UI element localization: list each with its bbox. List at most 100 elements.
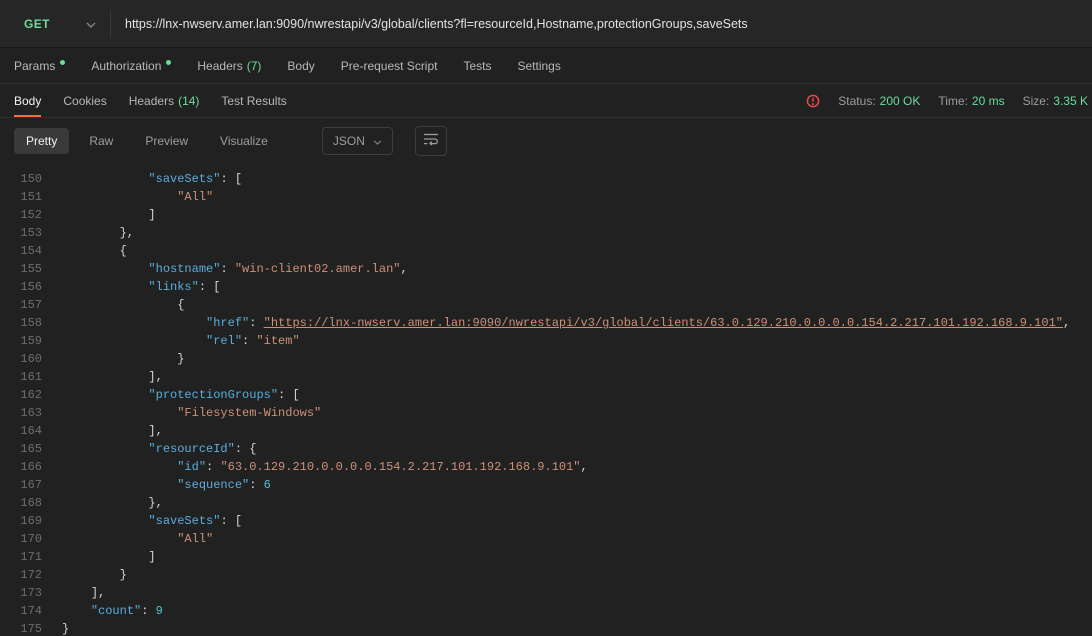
- code-line-content: {: [42, 296, 184, 314]
- code-line-content: ]: [42, 548, 156, 566]
- token-ws: [62, 442, 148, 456]
- token-ws: [62, 568, 120, 582]
- token-key: "count": [91, 604, 141, 618]
- tab-label: Test Results: [221, 94, 286, 108]
- line-number: 155: [0, 260, 42, 278]
- warning-icon[interactable]: [806, 94, 820, 108]
- chevron-down-icon: [373, 134, 382, 148]
- line-number: 166: [0, 458, 42, 476]
- line-number: 171: [0, 548, 42, 566]
- token-str: "All": [177, 532, 213, 546]
- code-line: 168 },: [0, 494, 1092, 512]
- tab-label: Headers: [129, 94, 174, 108]
- request-tab-params[interactable]: Params: [14, 59, 65, 73]
- code-line: 163 "Filesystem-Windows": [0, 404, 1092, 422]
- url-input[interactable]: [111, 0, 1092, 47]
- request-tabs: Params Authorization Headers(7) Body Pre-req…: [0, 48, 1092, 84]
- code-line: 162 "protectionGroups": [: [0, 386, 1092, 404]
- token-ws: [62, 316, 206, 330]
- view-tab-pretty[interactable]: Pretty: [14, 128, 69, 154]
- view-tab-preview[interactable]: Preview: [133, 128, 200, 154]
- token-num: 9: [156, 604, 163, 618]
- line-number: 154: [0, 242, 42, 260]
- view-tab-raw[interactable]: Raw: [77, 128, 125, 154]
- request-tab-headers[interactable]: Headers(7): [197, 59, 261, 73]
- token-ws: [62, 280, 148, 294]
- code-line-content: "id": "63.0.129.210.0.0.0.0.154.2.217.10…: [42, 458, 588, 476]
- token-key: "saveSets": [148, 514, 220, 528]
- response-tab-cookies[interactable]: Cookies: [63, 84, 106, 117]
- line-number: 151: [0, 188, 42, 206]
- code-line: 166 "id": "63.0.129.210.0.0.0.0.154.2.21…: [0, 458, 1092, 476]
- code-line-content: {: [42, 242, 127, 260]
- request-tab-authorization[interactable]: Authorization: [91, 59, 171, 73]
- line-number: 163: [0, 404, 42, 422]
- code-line-content: ],: [42, 368, 163, 386]
- code-line-content: "saveSets": [: [42, 512, 242, 530]
- token-punc: :: [206, 460, 220, 474]
- response-tab-headers[interactable]: Headers(14): [129, 84, 200, 117]
- code-line: 169 "saveSets": [: [0, 512, 1092, 530]
- tab-label: Params: [14, 59, 55, 73]
- size-label: Size:: [1023, 94, 1050, 108]
- response-body-json[interactable]: 150 "saveSets": [151 "All"152 ]153 },154…: [0, 164, 1092, 636]
- method-selector[interactable]: GET: [0, 0, 110, 47]
- format-dropdown[interactable]: JSON: [322, 127, 393, 155]
- line-number: 156: [0, 278, 42, 296]
- code-line-content: "All": [42, 530, 213, 548]
- code-line: 173 ],: [0, 584, 1092, 602]
- token-ws: [62, 370, 148, 384]
- code-line: 158 "href": "https://lnx-nwserv.amer.lan…: [0, 314, 1092, 332]
- token-ws: [62, 406, 177, 420]
- line-number: 164: [0, 422, 42, 440]
- token-ws: [62, 604, 91, 618]
- token-punc: }: [62, 622, 69, 636]
- code-line: 172 }: [0, 566, 1092, 584]
- wrap-lines-button[interactable]: [415, 126, 447, 156]
- line-number: 152: [0, 206, 42, 224]
- response-tab-test-results[interactable]: Test Results: [221, 84, 286, 117]
- token-ws: [62, 514, 148, 528]
- code-line: 155 "hostname": "win-client02.amer.lan",: [0, 260, 1092, 278]
- token-ws: [62, 586, 91, 600]
- token-key: "href": [206, 316, 249, 330]
- token-key: "sequence": [177, 478, 249, 492]
- code-line-content: ],: [42, 584, 105, 602]
- code-line: 150 "saveSets": [: [0, 170, 1092, 188]
- token-key: "saveSets": [148, 172, 220, 186]
- request-tab-settings[interactable]: Settings: [518, 59, 561, 73]
- size-indicator: Size:3.35 K: [1023, 94, 1088, 108]
- response-view-bar: Pretty Raw Preview Visualize JSON: [0, 118, 1092, 164]
- green-dot: [166, 60, 171, 65]
- code-line: 156 "links": [: [0, 278, 1092, 296]
- request-url-bar: GET: [0, 0, 1092, 48]
- green-dot: [60, 60, 65, 65]
- token-str: "Filesystem-Windows": [177, 406, 321, 420]
- line-number: 162: [0, 386, 42, 404]
- tab-label: Authorization: [91, 59, 161, 73]
- time-label: Time:: [938, 94, 968, 108]
- code-line-content: "saveSets": [: [42, 170, 242, 188]
- code-line: 154 {: [0, 242, 1092, 260]
- token-punc: }: [120, 568, 127, 582]
- request-tab-tests[interactable]: Tests: [463, 59, 491, 73]
- code-line: 170 "All": [0, 530, 1092, 548]
- line-number: 169: [0, 512, 42, 530]
- token-punc: {: [120, 244, 127, 258]
- token-punc: }: [177, 352, 184, 366]
- token-num: 6: [264, 478, 271, 492]
- code-line-content: "count": 9: [42, 602, 163, 620]
- token-punc: : {: [235, 442, 257, 456]
- view-tab-visualize[interactable]: Visualize: [208, 128, 280, 154]
- response-tab-body[interactable]: Body: [14, 84, 41, 117]
- response-link[interactable]: "https://lnx-nwserv.amer.lan:9090/nwrest…: [264, 316, 1063, 330]
- token-punc: ,: [400, 262, 407, 276]
- code-line-content: }: [42, 350, 184, 368]
- token-key: "hostname": [148, 262, 220, 276]
- token-ws: [62, 460, 177, 474]
- request-tab-body[interactable]: Body: [287, 59, 314, 73]
- line-number: 175: [0, 620, 42, 636]
- response-tabs: Body Cookies Headers(14) Test Results: [14, 84, 287, 117]
- request-tab-pre-request-script[interactable]: Pre-request Script: [341, 59, 438, 73]
- line-number: 160: [0, 350, 42, 368]
